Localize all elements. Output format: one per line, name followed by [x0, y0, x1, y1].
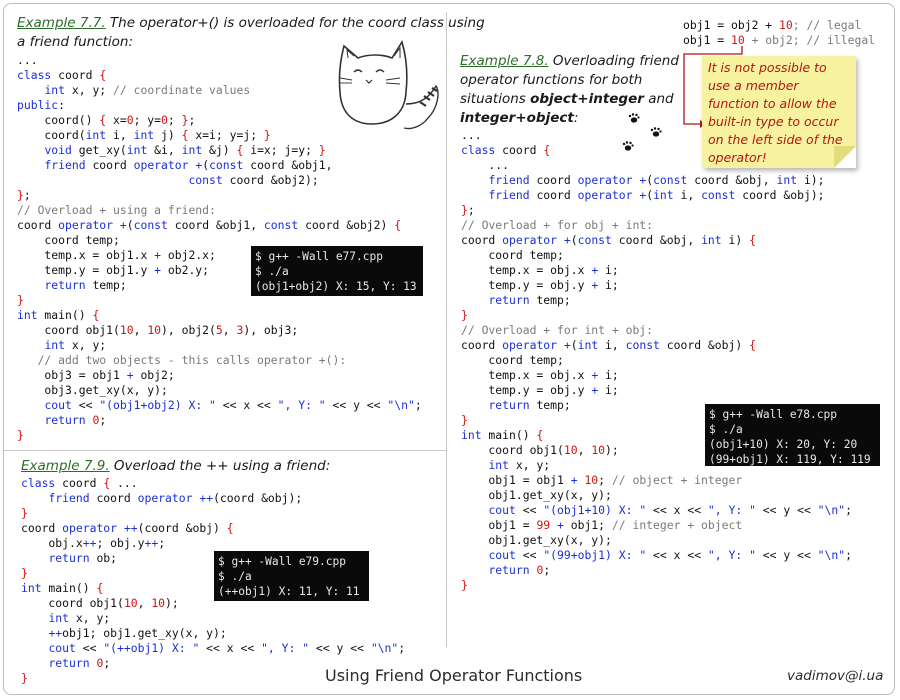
- example-7-8-code: ... class coord { ... friend coord opera…: [461, 128, 852, 592]
- example-7-8-line2: operator functions for both: [460, 72, 643, 88]
- example-7-8-line3-pre: situations: [460, 91, 531, 107]
- example-7-8-line3-post: and: [643, 91, 674, 107]
- page-title: Using Friend Operator Functions: [325, 666, 583, 685]
- legal-line-comment: ; // legal: [792, 18, 862, 32]
- example-7-8-label: Example 7.8.: [460, 53, 549, 69]
- example-7-8-line4-bold: integer+object: [460, 110, 574, 126]
- example-7-9-label: Example 7.9.: [21, 458, 110, 474]
- example-7-7-text-line1: The operator+() is overloaded for the co…: [105, 15, 485, 31]
- example-7-7-label: Example 7.7.: [17, 15, 106, 31]
- legal-line-code: obj1 = obj2 +: [683, 18, 780, 32]
- example-7-8-line1: Overloading friend: [548, 53, 679, 69]
- example-7-8-terminal: $ g++ -Wall e78.cpp $ ./a (obj1+10) X: 2…: [705, 404, 880, 466]
- legal-line-number: 10: [779, 18, 793, 32]
- column-divider: [446, 12, 447, 647]
- example-7-7-terminal: $ g++ -Wall e77.cpp $ ./a (obj1+obj2) X:…: [251, 246, 423, 296]
- example-7-9-heading: Example 7.9. Overload the ++ using a fri…: [21, 457, 330, 476]
- section-divider: [4, 450, 446, 451]
- illegal-line-code2: + obj2; // illegal: [744, 33, 876, 47]
- cat-drawing: [338, 40, 439, 130]
- example-7-9-text: Overload the ++ using a friend:: [109, 458, 331, 474]
- author-email: vadimov@i.ua: [787, 668, 884, 684]
- example-7-8-line3-bold: object+integer: [530, 91, 644, 107]
- example-7-7-text-line2: a friend function:: [17, 34, 134, 50]
- example-7-8-line4-post: :: [573, 110, 579, 126]
- example-7-9-terminal: $ g++ -Wall e79.cpp $ ./a (++obj1) X: 11…: [214, 551, 369, 601]
